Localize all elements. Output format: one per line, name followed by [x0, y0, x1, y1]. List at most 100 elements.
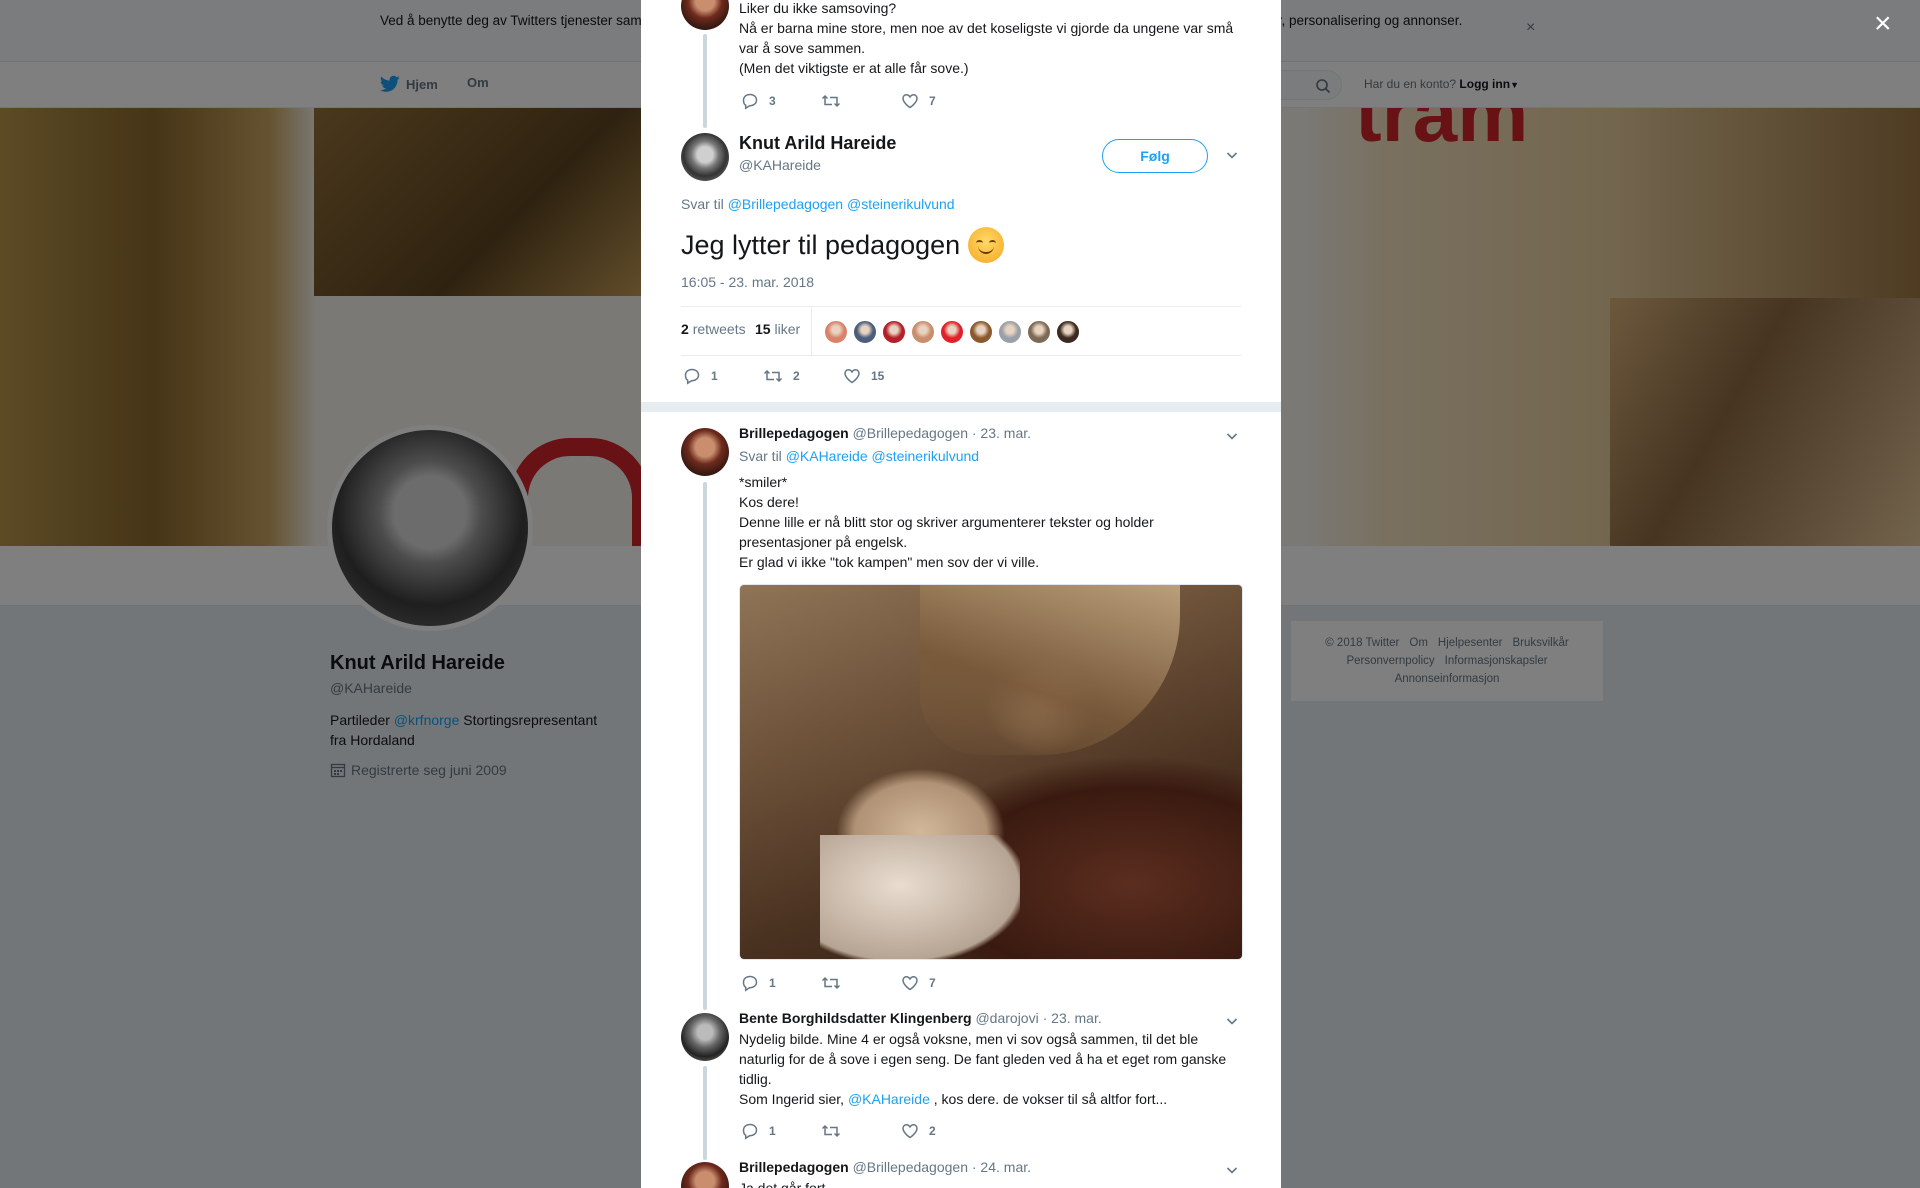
liker-avatar[interactable] [882, 320, 906, 344]
heart-icon [844, 369, 860, 384]
main-tweet-author-handle[interactable]: @KAHareide [739, 157, 821, 173]
close-icon[interactable]: × [1874, 9, 1892, 39]
mention-link[interactable]: @steinerikulvund [847, 196, 955, 212]
liker-avatar[interactable] [1027, 320, 1051, 344]
like-stat-label: liker [774, 321, 801, 337]
reply-author-name[interactable]: Bente Borghildsdatter Klingenberg [739, 1010, 972, 1026]
main-tweet-author-name[interactable]: Knut Arild Hareide [739, 133, 896, 154]
reply-date[interactable]: · 23. mar. [1043, 1010, 1102, 1026]
retweet-button[interactable] [821, 1122, 901, 1140]
photo-detail [820, 835, 1020, 959]
like-button[interactable]: 7 [901, 92, 981, 110]
mention-link[interactable]: @KAHareide [848, 1091, 930, 1107]
liker-avatar[interactable] [853, 320, 877, 344]
liker-avatar[interactable] [998, 320, 1022, 344]
retweet-icon [821, 1124, 841, 1138]
smiling-face-icon [968, 227, 1005, 263]
reply-button[interactable]: 1 [741, 974, 821, 992]
thread-connector [703, 1066, 707, 1160]
avatar[interactable] [681, 0, 729, 30]
mention-link[interactable]: @KAHareide [786, 448, 868, 464]
thread-connector [703, 34, 707, 128]
heart-icon [902, 976, 918, 991]
tweet-text-line: Kos dere! [739, 494, 799, 510]
chevron-down-icon[interactable] [1224, 428, 1240, 444]
liker-avatar[interactable] [824, 320, 848, 344]
tweet-actions: 1 7 [741, 974, 981, 992]
like-stat[interactable]: 15 liker [755, 321, 800, 337]
like-button[interactable]: 15 [843, 367, 923, 385]
retweet-stat-label: retweets [692, 321, 746, 337]
like-button[interactable]: 2 [901, 1122, 981, 1140]
reply-icon [742, 1123, 758, 1140]
tweet-text-line: Som Ingerid sier, @KAHareide , kos dere.… [739, 1089, 1243, 1109]
heart-icon [902, 94, 918, 109]
retweet-icon [763, 369, 783, 383]
reply-date[interactable]: · 24. mar. [972, 1159, 1031, 1175]
like-count: 7 [929, 976, 936, 990]
chevron-down-icon[interactable] [1224, 147, 1240, 163]
like-stat-count: 15 [755, 321, 771, 337]
avatar[interactable] [681, 1013, 729, 1061]
reply-text: Nydelig bilde. Mine 4 er også voksne, me… [739, 1029, 1243, 1109]
follow-button[interactable]: Følg [1102, 139, 1208, 173]
avatar[interactable] [681, 1162, 729, 1188]
photo-detail [920, 585, 1180, 755]
retweet-button[interactable]: 2 [763, 367, 843, 385]
mention-link[interactable]: @steinerikulvund [872, 448, 980, 464]
tweet-detail-modal: Liker du ikke samsoving? Nå er barna min… [641, 0, 1281, 1188]
tweet-text-line: Er glad vi ikke "tok kampen" men sov der… [739, 554, 1040, 570]
tweet-text-line: Nydelig bilde. Mine 4 er også voksne, me… [739, 1031, 1227, 1087]
like-count: 7 [929, 94, 936, 108]
reply-author-name[interactable]: Brillepedagogen [739, 425, 849, 441]
tweet-text-line: Liker du ikke samsoving? [739, 0, 897, 16]
tweet-actions: 1 2 15 [683, 367, 923, 385]
reply-context: Svar til @KAHareide @steinerikulvund [739, 448, 979, 464]
heart-icon [902, 1124, 918, 1139]
reply-header: Brillepedagogen @Brillepedagogen · 23. m… [739, 425, 1031, 441]
retweet-icon [821, 976, 841, 990]
reply-text: Ja det går fort [739, 1180, 826, 1188]
liker-avatar[interactable] [911, 320, 935, 344]
section-divider [641, 402, 1281, 412]
liker-avatar[interactable] [940, 320, 964, 344]
main-tweet-text-content: Jeg lytter til pedagogen [681, 230, 961, 260]
reply-icon [742, 975, 758, 992]
liker-avatar[interactable] [969, 320, 993, 344]
chevron-down-icon[interactable] [1224, 1162, 1240, 1178]
reply-author-name[interactable]: Brillepedagogen [739, 1159, 849, 1175]
reply-author-handle[interactable]: @Brillepedagogen [853, 425, 968, 441]
reply-count: 1 [769, 976, 776, 990]
reply-count: 3 [769, 94, 776, 108]
reply-context-label: Svar til [739, 448, 786, 464]
reply-context: Svar til @Brillepedagogen @steinerikulvu… [681, 196, 955, 212]
reply-author-handle[interactable]: @Brillepedagogen [853, 1159, 968, 1175]
reply-header: Brillepedagogen @Brillepedagogen · 24. m… [739, 1159, 1031, 1175]
tweet-photo[interactable] [739, 584, 1243, 960]
retweet-button[interactable] [821, 92, 901, 110]
reply-button[interactable]: 1 [741, 1122, 821, 1140]
tweet-timestamp[interactable]: 16:05 - 23. mar. 2018 [681, 274, 814, 290]
retweet-stat-count: 2 [681, 321, 689, 337]
tweet-text-line: *smiler* [739, 474, 788, 490]
avatar[interactable] [681, 133, 729, 181]
reply-author-handle[interactable]: @darojovi [975, 1010, 1038, 1026]
like-button[interactable]: 7 [901, 974, 981, 992]
reply-count: 1 [769, 1124, 776, 1138]
tweet-stats: 2 retweets 15 liker [681, 306, 1241, 356]
chevron-down-icon[interactable] [1224, 1013, 1240, 1029]
reply-count: 1 [711, 369, 718, 383]
reply-button[interactable]: 1 [683, 367, 763, 385]
retweet-button[interactable] [821, 974, 901, 992]
reply-date[interactable]: · 23. mar. [972, 425, 1031, 441]
liker-avatar[interactable] [1056, 320, 1080, 344]
retweet-stat[interactable]: 2 retweets [681, 321, 746, 337]
avatar[interactable] [681, 428, 729, 476]
reply-text: *smiler* Kos dere! Denne lille er nå bli… [739, 472, 1179, 572]
reply-icon [684, 368, 700, 385]
tweet-actions: 1 2 [741, 1122, 981, 1140]
mention-link[interactable]: @Brillepedagogen [728, 196, 843, 212]
reply-context-label: Svar til [681, 196, 728, 212]
tweet-text-line: Denne lille er nå blitt stor og skriver … [739, 514, 1154, 550]
reply-button[interactable]: 3 [741, 92, 821, 110]
